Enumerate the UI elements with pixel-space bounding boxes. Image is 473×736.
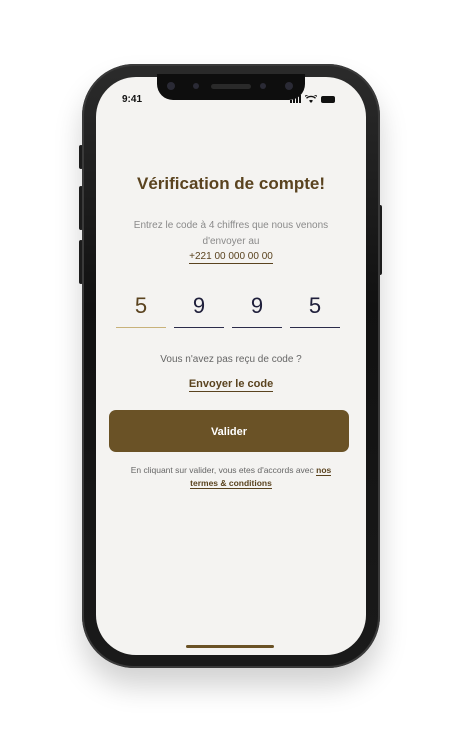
- otp-digit-3-input[interactable]: [232, 285, 282, 328]
- phone-number-value: +221 00 000 00 00: [189, 251, 273, 264]
- home-indicator: [186, 645, 274, 648]
- status-time: 9:41: [122, 94, 143, 105]
- sensor-icon: [260, 83, 266, 89]
- camera-icon: [285, 82, 293, 90]
- instruction-text: Entrez le code à 4 chiffres que nous ven…: [133, 220, 329, 247]
- otp-digit-2-input[interactable]: [174, 285, 224, 328]
- sensor-icon: [193, 83, 199, 89]
- phone-number: +221 00 000 00 00: [96, 251, 366, 264]
- status-icons: [290, 95, 335, 103]
- resend-code-link[interactable]: Envoyer le code: [96, 378, 366, 392]
- wifi-icon: [305, 95, 317, 103]
- otp-digit-4-input[interactable]: [290, 285, 340, 328]
- terms-prefix: En cliquant sur valider, vous etes d'acc…: [130, 465, 314, 475]
- phone-screen: [96, 77, 366, 655]
- otp-digit-1-input[interactable]: [116, 285, 166, 328]
- front-camera-icon: [167, 82, 175, 90]
- earpiece-speaker: [211, 84, 251, 89]
- stage: 9:41 Vérification de compte! Entrez le c…: [0, 0, 473, 736]
- otp-code-input-row: [116, 285, 340, 329]
- page-title: Vérification de compte!: [137, 174, 325, 193]
- submit-button[interactable]: Valider: [109, 410, 349, 452]
- resend-code-label[interactable]: Envoyer le code: [188, 378, 274, 392]
- notch: [157, 74, 305, 100]
- terms-text: En cliquant sur valider, vous etes d'acc…: [126, 464, 336, 490]
- signal-icon: [290, 95, 301, 103]
- no-code-text: Vous n'avez pas reçu de code ?: [160, 354, 302, 365]
- battery-icon: [321, 96, 335, 103]
